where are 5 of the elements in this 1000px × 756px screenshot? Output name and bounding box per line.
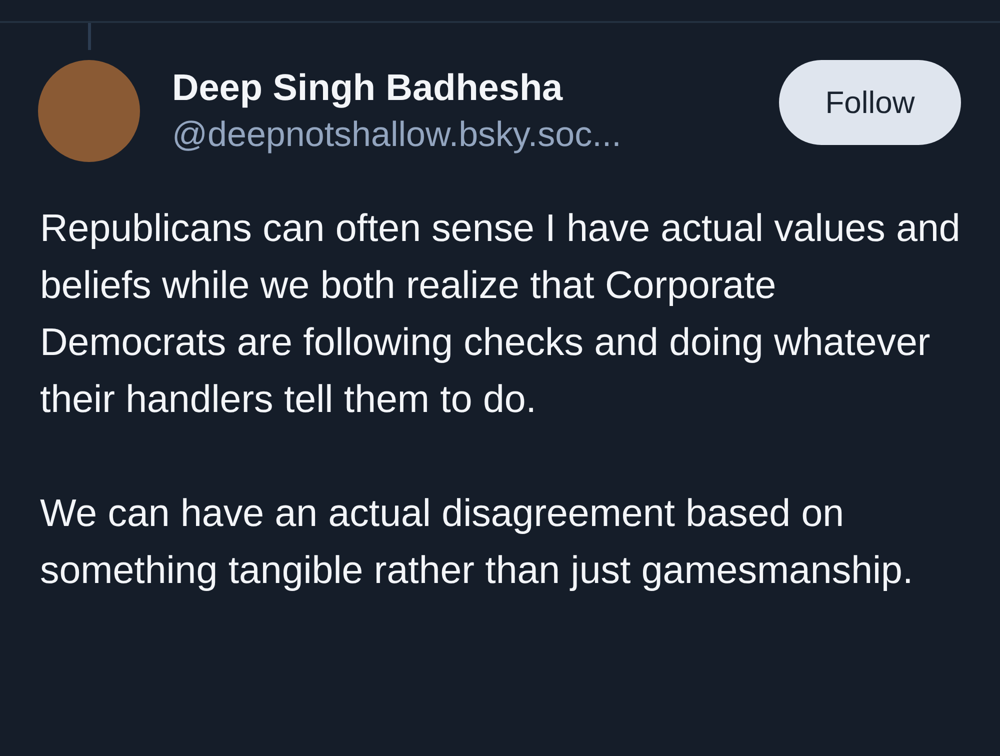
follow-button[interactable]: Follow: [779, 60, 961, 145]
post-text: We can have an actual disagreement based on something tangible rather than just gamesmanship.: [40, 491, 914, 594]
post-text: Republicans can often sense I have actual values and beliefs while we both realize that Corporate Democrats are following checks and doing whatever their handlers tell them to do.: [40, 206, 962, 423]
author-name[interactable]: Deep Singh Badhesha: [172, 66, 779, 110]
author-handle[interactable]: @deepnotshallow.bsky.soc...: [172, 112, 779, 158]
